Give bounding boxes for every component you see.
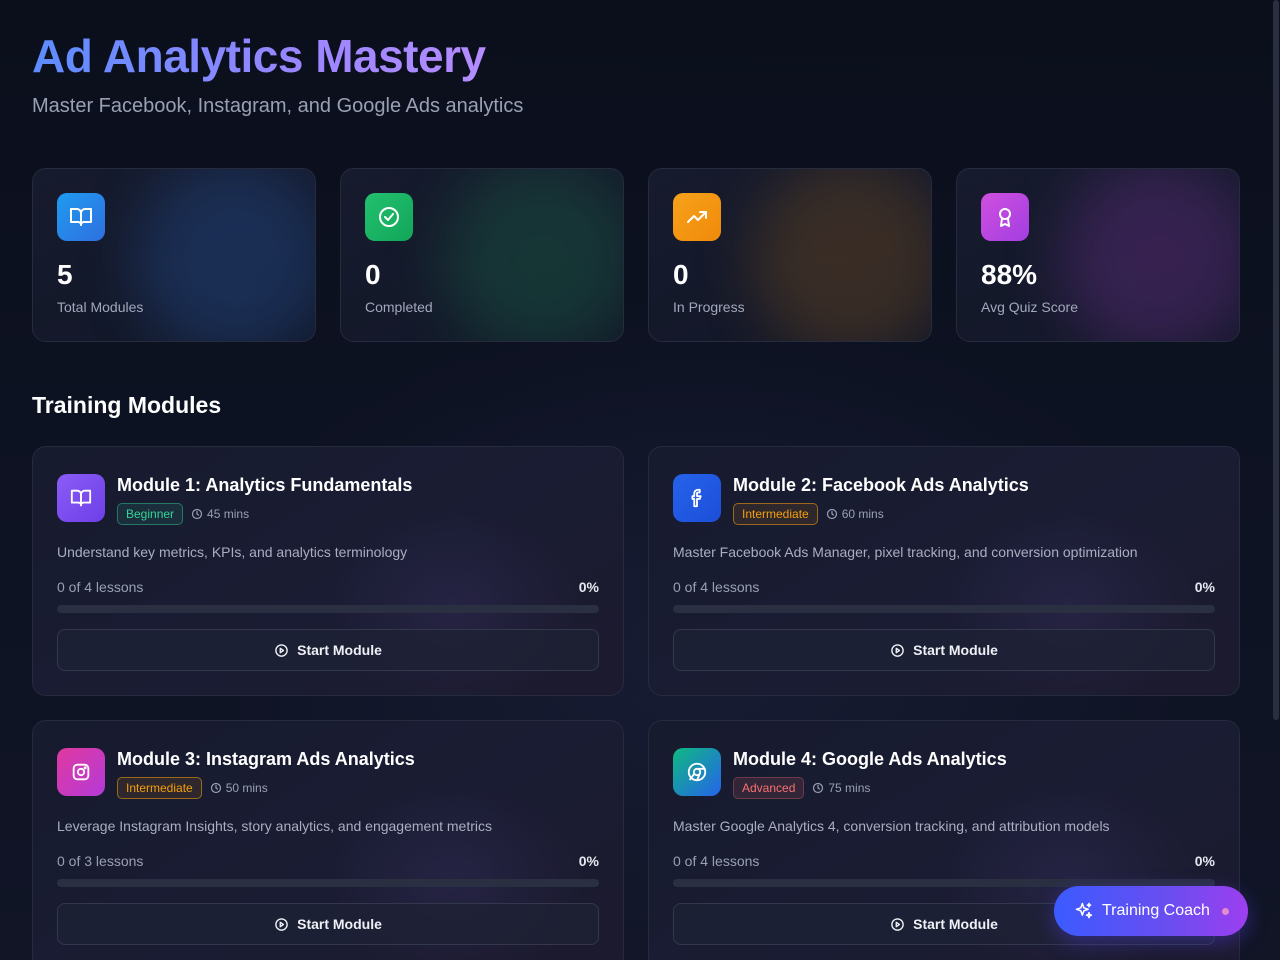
stat-value: 0: [365, 259, 381, 290]
duration-text: 75 mins: [828, 781, 871, 795]
chrome-icon: [673, 748, 721, 796]
play-circle-icon: [891, 643, 904, 657]
section-title: Training Modules: [32, 392, 222, 418]
training-coach-button[interactable]: Training Coach: [1054, 886, 1248, 936]
lessons-count: 0 of 3 lessons: [57, 853, 144, 869]
clock-icon: [813, 782, 824, 794]
level-badge: Beginner: [117, 503, 184, 525]
stat-label: Avg Quiz Score: [981, 299, 1079, 315]
stat-value: 88%: [981, 259, 1038, 290]
duration-text: 45 mins: [207, 507, 250, 521]
lessons-count: 0 of 4 lessons: [673, 579, 760, 595]
duration: 60 mins: [826, 507, 884, 521]
stat-label: Completed: [365, 299, 433, 315]
start-module-label: Start Module: [297, 916, 382, 932]
progress-bar: [57, 879, 599, 887]
level-badge: Advanced: [733, 777, 805, 799]
page-scrollbar[interactable]: [1272, 0, 1280, 960]
stats-row: 5 Total Modules 0 Completed 0 In Progres…: [32, 168, 1240, 342]
duration-text: 50 mins: [225, 781, 268, 795]
module-title: Module 1: Analytics Fundamentals: [117, 475, 413, 495]
duration: 50 mins: [210, 781, 268, 795]
module-card-2: Module 2: Facebook Ads Analytics Interme…: [648, 446, 1240, 696]
duration-text: 60 mins: [841, 507, 884, 521]
start-module-label: Start Module: [913, 642, 998, 658]
start-module-label: Start Module: [297, 642, 382, 658]
check-circle-icon: [365, 193, 413, 241]
module-meta: Intermediate 60 mins: [733, 503, 884, 525]
progress-bar: [673, 605, 1215, 613]
stat-label: Total Modules: [57, 299, 144, 315]
module-meta: Intermediate 50 mins: [117, 777, 268, 799]
module-title: Module 3: Instagram Ads Analytics: [117, 749, 415, 769]
module-description: Leverage Instagram Insights, story analy…: [57, 818, 492, 834]
clock-icon: [191, 508, 203, 520]
module-description: Master Facebook Ads Manager, pixel track…: [673, 544, 1138, 560]
facebook-icon: [673, 474, 721, 522]
level-badge: Intermediate: [117, 777, 202, 799]
stat-card-in-progress: 0 In Progress: [648, 168, 932, 342]
clock-icon: [210, 782, 221, 794]
lessons-count: 0 of 4 lessons: [673, 853, 760, 869]
module-title: Module 4: Google Ads Analytics: [733, 749, 1007, 769]
trending-up-icon: [673, 193, 721, 241]
duration: 75 mins: [812, 781, 870, 795]
page-subtitle: Master Facebook, Instagram, and Google A…: [32, 95, 524, 117]
stat-value: 5: [57, 259, 73, 290]
page-title: Ad Analytics Mastery: [32, 30, 486, 82]
start-module-button[interactable]: Start Module: [673, 629, 1215, 671]
play-circle-icon: [275, 917, 288, 931]
stat-value: 0: [673, 259, 689, 290]
start-module-label: Start Module: [913, 916, 998, 932]
module-description: Master Google Analytics 4, conversion tr…: [673, 818, 1110, 834]
module-card-1: Module 1: Analytics Fundamentals Beginne…: [32, 446, 624, 696]
module-description: Understand key metrics, KPIs, and analyt…: [57, 544, 408, 560]
sparkles-icon: [1075, 902, 1093, 919]
progress-percent: 0%: [578, 579, 599, 595]
book-open-icon: [57, 474, 105, 522]
start-module-button[interactable]: Start Module: [57, 629, 599, 671]
training-coach-label: Training Coach: [1102, 902, 1210, 919]
module-meta: Advanced 75 mins: [733, 777, 870, 799]
stat-card-total-modules: 5 Total Modules: [32, 168, 316, 342]
play-circle-icon: [275, 643, 288, 657]
instagram-icon: [57, 748, 105, 796]
level-badge: Intermediate: [733, 503, 818, 525]
progress-percent: 0%: [1194, 579, 1215, 595]
status-dot: [1221, 907, 1229, 915]
progress-bar: [57, 605, 599, 613]
duration: 45 mins: [191, 507, 249, 521]
stat-label: In Progress: [673, 299, 745, 315]
stat-card-avg-quiz-score: 88% Avg Quiz Score: [956, 168, 1240, 342]
module-card-3: Module 3: Instagram Ads Analytics Interm…: [32, 720, 624, 960]
play-circle-icon: [891, 917, 904, 931]
progress-percent: 0%: [578, 853, 599, 869]
start-module-button[interactable]: Start Module: [57, 903, 599, 945]
module-title: Module 2: Facebook Ads Analytics: [733, 475, 1029, 495]
scrollbar-thumb[interactable]: [1273, 0, 1279, 720]
progress-percent: 0%: [1194, 853, 1215, 869]
stat-card-completed: 0 Completed: [340, 168, 624, 342]
clock-icon: [826, 508, 837, 520]
book-open-icon: [57, 193, 105, 241]
award-icon: [981, 193, 1029, 241]
lessons-count: 0 of 4 lessons: [57, 579, 144, 595]
module-meta: Beginner 45 mins: [117, 503, 249, 525]
